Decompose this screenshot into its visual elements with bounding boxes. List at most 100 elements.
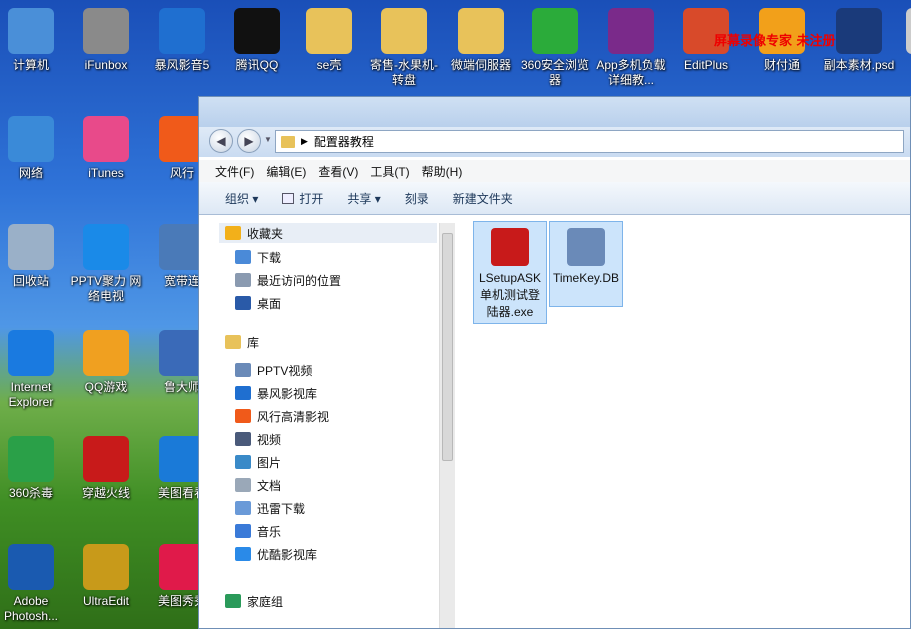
navigation-scrollbar[interactable] — [439, 223, 455, 628]
desktop-icon[interactable]: 腾讯QQ — [220, 8, 294, 73]
desktop-icon[interactable]: 寄售-水果机-转盘 — [367, 8, 441, 88]
title-bar[interactable] — [199, 97, 910, 127]
desktop-icon-label: 水 — [892, 58, 911, 73]
nav-item-label: 视频 — [257, 432, 282, 447]
desktop-icon-label: 暴风影音5 — [154, 58, 210, 72]
nav-item-label: 下载 — [257, 250, 282, 265]
nav-item[interactable]: 迅雷下载 — [235, 498, 305, 518]
share-button[interactable]: 共享 ▾ — [335, 190, 392, 207]
nav-item[interactable]: 收藏夹 — [219, 223, 437, 243]
nav-item[interactable]: 库 — [225, 332, 259, 352]
desktop-icon[interactable]: QQ游戏 — [69, 330, 143, 395]
library-icon — [225, 335, 241, 349]
desktop-icon[interactable]: 360杀毒 — [0, 436, 68, 501]
desktop-icon[interactable]: 计算机 — [0, 8, 68, 73]
desktop-icon[interactable]: PPTV聚力 网络电视 — [69, 224, 143, 304]
nav-item[interactable]: 音乐 — [235, 521, 281, 541]
desktop-icon[interactable]: Adobe Photosh... — [0, 544, 68, 624]
menu-file[interactable]: 文件(F) — [209, 163, 260, 180]
nav-item[interactable]: 视频 — [235, 429, 281, 449]
open-button[interactable]: 打开 — [270, 190, 335, 207]
breadcrumb-current-folder[interactable]: 配置器教程 — [314, 133, 374, 150]
desktop-icon-label: Adobe Photosh... — [3, 594, 59, 623]
recycle-bin-icon — [8, 224, 54, 270]
nav-item[interactable]: 图片 — [235, 452, 281, 472]
nav-item-label: 风行高清影视 — [257, 409, 330, 424]
burn-button[interactable]: 刻录 — [393, 190, 441, 207]
desktop-icon-label: PPTV聚力 网络电视 — [70, 274, 142, 303]
explorer-window[interactable]: ◀ ▶ ▼ ▶ 配置器教程 文件(F) 编辑(E) 查看(V) 工具(T) 帮助… — [198, 96, 911, 629]
desktop-icon-label: se壳 — [316, 58, 342, 72]
menu-edit[interactable]: 编辑(E) — [260, 163, 312, 180]
file-item[interactable]: TimeKey.DB — [549, 221, 623, 307]
command-bar: 组织 ▾ 打开 共享 ▾ 刻录 新建文件夹 — [199, 182, 910, 215]
360-browser-icon — [532, 8, 578, 54]
nav-item[interactable]: 暴风影视库 — [235, 383, 317, 403]
desktop-icon[interactable]: 水 — [892, 8, 911, 73]
address-bar[interactable]: ▶ 配置器教程 — [275, 130, 904, 153]
folder-icon — [381, 8, 427, 54]
nav-item[interactable]: 下载 — [235, 247, 281, 267]
desktop-icon[interactable]: iTunes — [69, 116, 143, 181]
folder-icon — [306, 8, 352, 54]
nav-item-label: 收藏夹 — [247, 226, 284, 241]
desktop-icon[interactable]: App多机负载详细教... — [594, 8, 668, 88]
desktop-icon — [235, 296, 251, 310]
xunlei-library-icon — [235, 501, 251, 515]
360-antivirus-icon — [8, 436, 54, 482]
file-area: LSetupASK单机测试登陆器.exe TimeKey.DB — [461, 219, 910, 628]
desktop-icon-label: 网络 — [18, 166, 43, 180]
desktop-icon-label: 360杀毒 — [8, 486, 54, 500]
youku-library-icon — [235, 547, 251, 561]
desktop-icon-label: 财付通 — [763, 58, 800, 72]
music-icon — [235, 524, 251, 538]
address-row: ◀ ▶ ▼ ▶ 配置器教程 — [199, 127, 910, 157]
desktop-icon[interactable]: UltraEdit — [69, 544, 143, 609]
desktop-icon[interactable]: 360安全浏览器 — [518, 8, 592, 88]
nav-item[interactable]: 文档 — [235, 475, 281, 495]
folder-icon — [281, 135, 295, 148]
ultraedit-icon — [83, 544, 129, 590]
open-label: 打开 — [299, 191, 324, 206]
desktop-icon[interactable]: 微端伺服器 — [444, 8, 518, 73]
desktop-icon-label: 穿越火线 — [81, 486, 130, 500]
desktop-icon[interactable]: 回收站 — [0, 224, 68, 289]
breadcrumb-arrow-icon[interactable]: ▶ — [301, 136, 308, 147]
menu-view[interactable]: 查看(V) — [312, 163, 364, 180]
nav-item[interactable]: 最近访问的位置 — [235, 270, 341, 290]
desktop-icon[interactable]: 穿越火线 — [69, 436, 143, 501]
desktop-icon-label: Internet Explorer — [8, 380, 54, 409]
network-icon — [8, 116, 54, 162]
desktop-icon-label: 360安全浏览器 — [520, 58, 590, 87]
organize-button[interactable]: 组织 ▾ — [213, 190, 270, 207]
menu-help[interactable]: 帮助(H) — [416, 163, 469, 180]
pictures-icon — [235, 455, 251, 469]
nav-item-label: 音乐 — [257, 524, 282, 539]
ifunbox-icon — [83, 8, 129, 54]
history-dropdown-icon[interactable]: ▼ — [264, 135, 272, 144]
menu-bar: 文件(F) 编辑(E) 查看(V) 工具(T) 帮助(H) — [199, 160, 910, 182]
nav-item[interactable]: 风行高清影视 — [235, 406, 329, 426]
menu-tools[interactable]: 工具(T) — [364, 163, 415, 180]
desktop-icon[interactable]: 网络 — [0, 116, 68, 181]
nav-item[interactable]: 桌面 — [235, 293, 281, 313]
desktop-icon[interactable]: 暴风影音5 — [145, 8, 219, 73]
qq-game-icon — [83, 330, 129, 376]
nav-item-label: 图片 — [257, 455, 282, 470]
nav-item[interactable]: 家庭组 — [225, 591, 283, 611]
video-library-icon — [235, 363, 251, 377]
crossfire-icon — [83, 436, 129, 482]
desktop-icon-label: 寄售-水果机-转盘 — [370, 58, 438, 87]
back-arrow-icon[interactable]: ◀ — [209, 129, 233, 153]
desktop-icon[interactable]: Internet Explorer — [0, 330, 68, 410]
nav-item[interactable]: 优酷影视库 — [235, 544, 317, 564]
pptv-icon — [83, 224, 129, 270]
desktop-icon[interactable]: iFunbox — [69, 8, 143, 73]
scrollbar-thumb[interactable] — [442, 233, 453, 461]
nav-item[interactable]: PPTV视频 — [235, 360, 312, 380]
file-item[interactable]: LSetupASK单机测试登陆器.exe — [473, 221, 547, 324]
desktop-icon[interactable]: se壳 — [292, 8, 366, 73]
forward-arrow-icon[interactable]: ▶ — [237, 129, 261, 153]
new-folder-button[interactable]: 新建文件夹 — [441, 190, 525, 207]
qq-penguin-icon — [234, 8, 280, 54]
